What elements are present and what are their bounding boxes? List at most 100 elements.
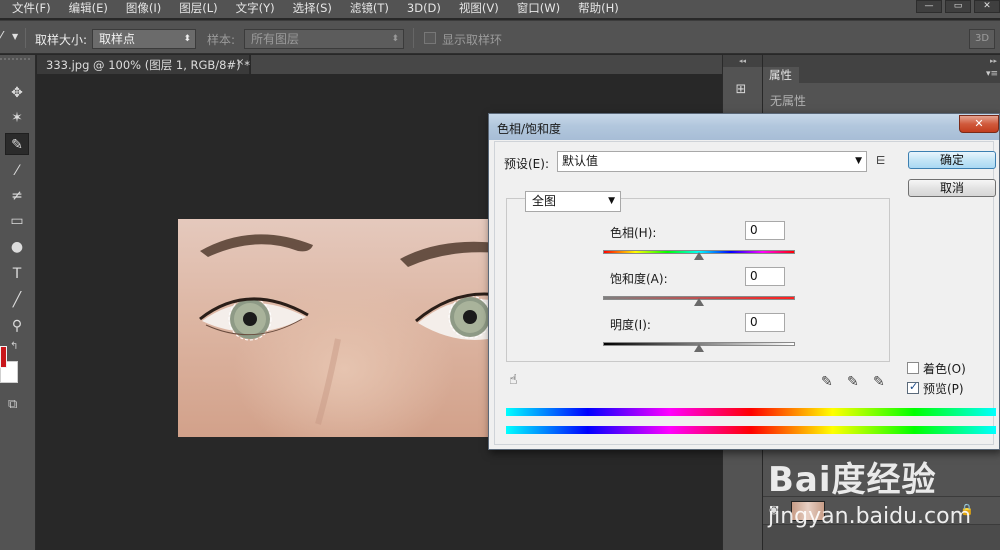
- eyedropper-icon[interactable]: ✎: [821, 374, 833, 390]
- menu-3d[interactable]: 3D(D): [395, 0, 447, 18]
- menu-filter[interactable]: 滤镜(T): [338, 0, 395, 18]
- menu-view[interactable]: 视图(V): [447, 0, 505, 18]
- menu-help[interactable]: 帮助(H): [566, 0, 625, 18]
- channel-select[interactable]: 全图 ▼: [525, 191, 621, 212]
- sample-label: 样本:: [207, 33, 236, 47]
- show-ring-label: 显示取样环: [442, 33, 503, 47]
- colorize-checkbox[interactable]: [907, 362, 919, 374]
- lightness-label: 明度(I):: [610, 318, 651, 332]
- panel-menu-icon[interactable]: ▾≡: [986, 69, 998, 79]
- eyes-photo[interactable]: [178, 219, 498, 437]
- properties-tab-row: 属性 ▾≡: [763, 67, 1000, 83]
- foreground-color-swatch[interactable]: [0, 346, 7, 368]
- brush-icon[interactable]: ⁄: [5, 160, 29, 182]
- eyedropper-icon[interactable]: ✎: [5, 133, 29, 155]
- eyedropper-plus-icon[interactable]: ✎: [847, 374, 859, 390]
- eye-icon[interactable]: ◉: [769, 503, 779, 516]
- window-controls: — ▭ ✕: [913, 0, 1000, 14]
- cancel-button[interactable]: 取消: [908, 179, 996, 197]
- input-color-bar: [506, 408, 996, 416]
- sample-size-value: 取样点: [99, 32, 136, 46]
- saturation-input[interactable]: 0: [745, 267, 785, 286]
- gradient-icon[interactable]: ▭: [5, 210, 29, 232]
- tab-strip: [251, 55, 722, 74]
- layer-row[interactable]: [763, 524, 1000, 550]
- separator: [413, 28, 414, 48]
- close-icon[interactable]: ×: [236, 57, 244, 68]
- menu-type[interactable]: 文字(Y): [224, 0, 281, 18]
- sample-size-select[interactable]: 取样点 ⬍: [92, 29, 196, 49]
- adjustment-group: [506, 198, 890, 362]
- eyes-photo-artwork: [199, 234, 498, 425]
- chevron-updown-icon: ⬍: [183, 34, 191, 44]
- maximize-button[interactable]: ▭: [945, 0, 971, 13]
- tool-preset-arrow-icon[interactable]: ▼: [12, 32, 18, 41]
- dialog-title: 色相/饱和度: [497, 122, 562, 136]
- channel-value: 全图: [532, 194, 557, 208]
- collapse-icon[interactable]: ◂◂: [723, 55, 762, 67]
- preview-label: 预览(P): [923, 382, 964, 396]
- move-icon[interactable]: ✥: [5, 82, 29, 104]
- hue-saturation-dialog: 色相/饱和度 ✕ 预设(E): 默认值 ▼ ⋿ 确定 取消 全图 ▼ 色相(H)…: [488, 113, 1000, 450]
- saturation-label: 饱和度(A):: [610, 272, 668, 286]
- type-icon[interactable]: T: [5, 263, 29, 285]
- menu-file[interactable]: 文件(F): [0, 0, 57, 18]
- 3d-mode-button[interactable]: 3D: [969, 29, 995, 49]
- preset-label: 预设(E):: [504, 157, 549, 171]
- preset-select[interactable]: 默认值 ▼: [557, 151, 867, 172]
- ok-button[interactable]: 确定: [908, 151, 996, 169]
- zoom-icon[interactable]: ⚲: [5, 315, 29, 337]
- tab-properties[interactable]: 属性: [763, 67, 799, 83]
- chevron-updown-icon: ⬍: [391, 34, 399, 44]
- layer-thumbnail: [791, 501, 825, 521]
- menu-layer[interactable]: 图层(L): [167, 0, 223, 18]
- history-brush-icon[interactable]: ≠: [5, 185, 29, 207]
- close-window-button[interactable]: ✕: [974, 0, 1000, 13]
- panel-grip[interactable]: [0, 58, 30, 68]
- line-icon[interactable]: ╱: [5, 289, 29, 311]
- show-ring-checkbox[interactable]: [424, 32, 436, 44]
- sample-value: 所有图层: [251, 32, 300, 46]
- no-properties-text: 无属性: [770, 94, 807, 108]
- target-adjust-hand-icon[interactable]: ☝: [509, 372, 518, 388]
- output-color-bar: [506, 426, 996, 434]
- layer-row[interactable]: ◉ 🔒: [763, 496, 1000, 524]
- menu-list: 文件(F) 编辑(E) 图像(I) 图层(L) 文字(Y) 选择(S) 滤镜(T…: [0, 0, 625, 18]
- hue-slider-thumb[interactable]: [694, 252, 704, 260]
- chevron-down-icon: ▼: [855, 156, 862, 166]
- options-bar: ⁄ ▼ 取样大小: 取样点 ⬍ 样本: 所有图层 ⬍ 显示取样环 3D: [0, 20, 1000, 54]
- eyedropper-icon[interactable]: ⁄: [0, 30, 2, 45]
- hue-label: 色相(H):: [610, 226, 657, 240]
- saturation-slider-thumb[interactable]: [694, 298, 704, 306]
- sample-select[interactable]: 所有图层 ⬍: [244, 29, 404, 49]
- preset-options-icon[interactable]: ⋿: [876, 154, 886, 167]
- sample-size-label: 取样大小:: [35, 33, 88, 47]
- menu-window[interactable]: 窗口(W): [505, 0, 566, 18]
- separator: [25, 28, 26, 48]
- preview-checkbox[interactable]: ✓: [907, 380, 919, 394]
- menu-edit[interactable]: 编辑(E): [57, 0, 114, 18]
- expand-icon[interactable]: ▸▸: [763, 55, 1000, 67]
- document-tab-title: 333.jpg @ 100% (图层 1, RGB/8#) *: [46, 58, 251, 72]
- eyedropper-minus-icon[interactable]: ✎: [873, 374, 885, 390]
- lightness-slider-thumb[interactable]: [694, 344, 704, 352]
- hue-input[interactable]: 0: [745, 221, 785, 240]
- dialog-close-button[interactable]: ✕: [959, 115, 999, 133]
- menu-bar: 文件(F) 编辑(E) 图像(I) 图层(L) 文字(Y) 选择(S) 滤镜(T…: [0, 0, 1000, 18]
- colorize-label: 着色(O): [923, 362, 966, 376]
- minimize-button[interactable]: —: [916, 0, 942, 13]
- swap-colors-icon[interactable]: ↰: [10, 341, 18, 352]
- document-tab[interactable]: 333.jpg @ 100% (图层 1, RGB/8#) * ×: [37, 55, 250, 74]
- lightness-input[interactable]: 0: [745, 313, 785, 332]
- menu-select[interactable]: 选择(S): [281, 0, 338, 18]
- menu-image[interactable]: 图像(I): [114, 0, 167, 18]
- dialog-titlebar[interactable]: 色相/饱和度 ✕: [489, 114, 999, 140]
- chevron-down-icon: ▼: [608, 196, 615, 206]
- history-panel-icon[interactable]: ⊞: [728, 77, 754, 103]
- dodge-icon[interactable]: ●: [5, 236, 29, 258]
- screen-mode-icon[interactable]: ⧉: [8, 397, 17, 412]
- checkmark-icon: ✓: [909, 380, 919, 393]
- lock-icon: 🔒: [960, 503, 974, 516]
- magic-wand-icon[interactable]: ✶: [5, 107, 29, 129]
- preset-value: 默认值: [562, 154, 599, 168]
